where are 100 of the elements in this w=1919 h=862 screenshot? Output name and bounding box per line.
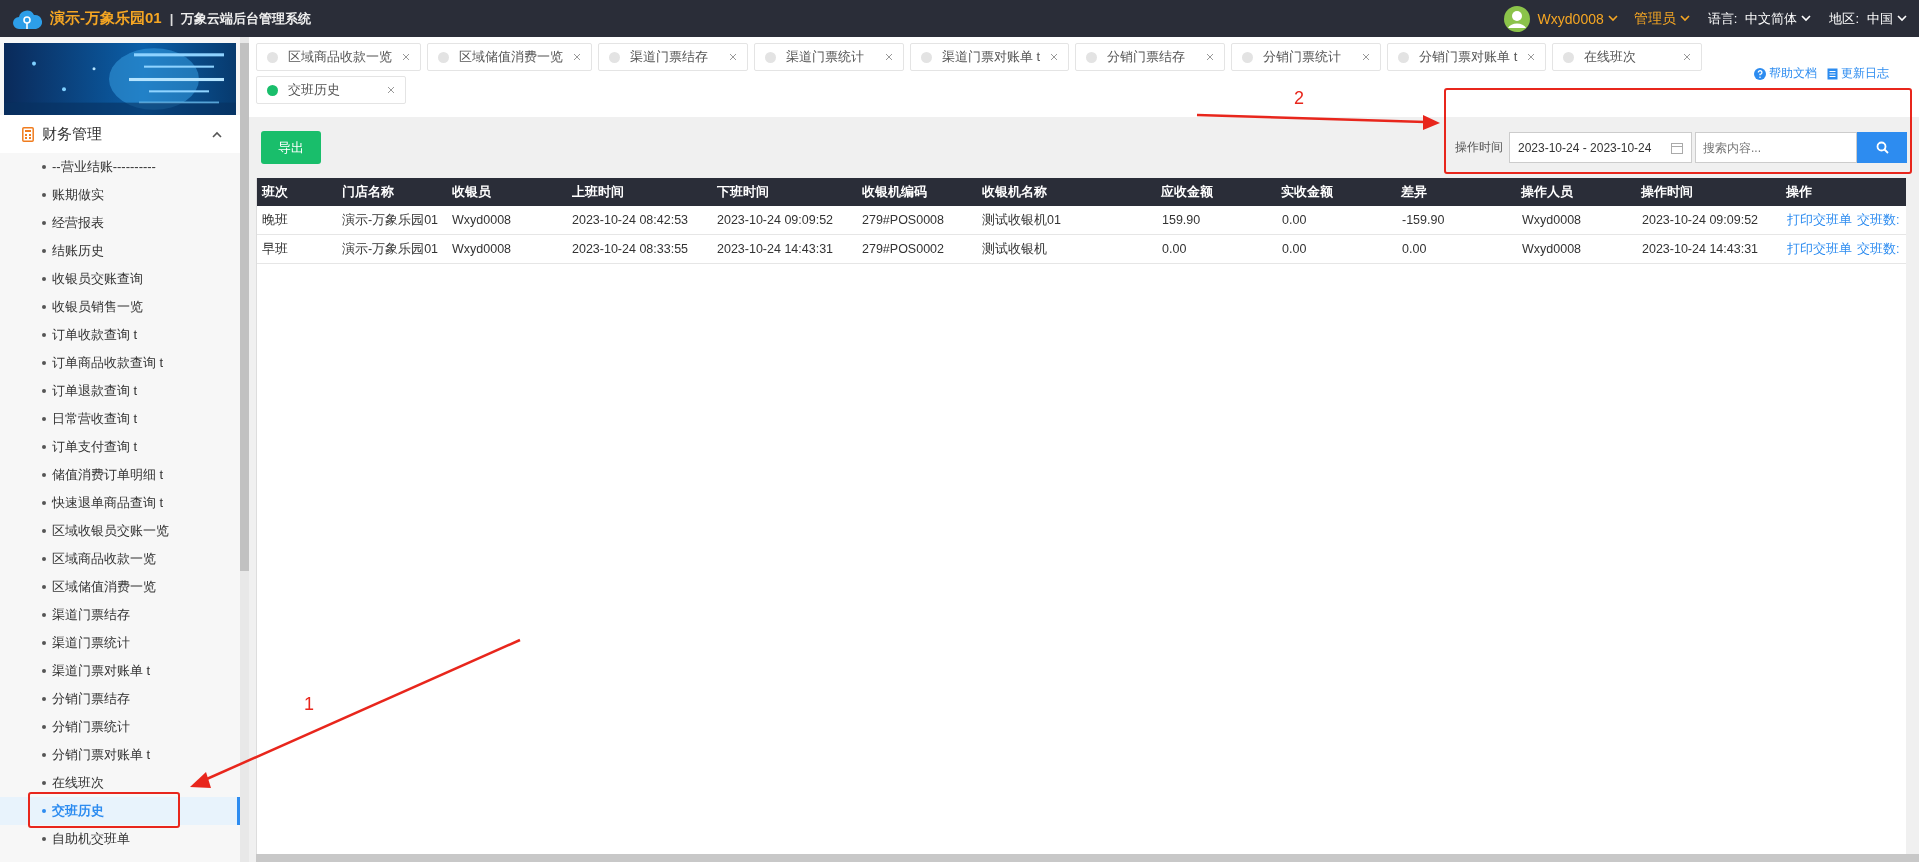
table-cell-text: 279#POS0002 (861, 242, 945, 256)
sidebar-item[interactable]: 分销门票对账单 t (0, 741, 157, 769)
menu-group-header[interactable]: 财务管理 (0, 115, 240, 153)
language-menu[interactable]: 中文简体 (1745, 9, 1812, 28)
table-cell-text: 晚班 (261, 211, 289, 229)
search-icon (1875, 141, 1889, 154)
table-cell-text: Wxyd0008 (451, 242, 513, 256)
role-menu[interactable]: 管理员 (1633, 9, 1690, 28)
horizontal-scrollbar[interactable] (256, 854, 1919, 862)
table-cell-text: 测试收银机01 (981, 211, 1062, 229)
table-cell-text: 早班 (261, 240, 289, 258)
column-header: 操作 (1785, 183, 1814, 201)
sidebar-item[interactable]: --营业结账---------- (0, 153, 162, 181)
help-link[interactable]: 更新日志 (1827, 65, 1889, 82)
chevron-down-icon (1607, 15, 1618, 22)
close-icon[interactable] (1050, 53, 1059, 61)
title-separator: | (169, 11, 174, 26)
sidebar-item[interactable]: 日常营收查询 t (0, 405, 144, 433)
column-header: 应收金额 (1160, 183, 1215, 201)
column-header: 差异 (1400, 183, 1429, 201)
page-tab[interactable]: 区域商品收款一览 (256, 43, 421, 71)
avatar-icon (1503, 5, 1530, 32)
sidebar-item[interactable]: 区域商品收款一览 (0, 545, 162, 573)
close-icon[interactable] (1683, 53, 1692, 61)
close-icon[interactable] (885, 53, 893, 61)
brand-name: 演示-万象乐园01 (50, 9, 162, 28)
table-cell-text: 2023-10-24 08:42:53 (571, 213, 690, 227)
sidebar-item[interactable]: 订单支付查询 t (0, 433, 144, 461)
chevron-down-icon (1801, 15, 1812, 22)
filter-label: 操作时间 (1455, 139, 1503, 156)
close-icon[interactable] (729, 53, 737, 61)
column-header: 操作时间 (1640, 183, 1695, 201)
close-icon[interactable] (1206, 53, 1215, 61)
table-cell-text: 2023-10-24 09:09:52 (1641, 213, 1760, 227)
page-tab[interactable]: 在线班次 (1552, 43, 1703, 71)
sidebar-item[interactable]: 储值消费订单明细 t (0, 461, 170, 489)
sidebar-item[interactable]: 订单收款查询 t (0, 321, 144, 349)
page-tab[interactable]: 渠道门票对账单 t (910, 43, 1070, 71)
column-header: 上班时间 (570, 183, 625, 201)
annotation-number: 1 (304, 694, 314, 715)
column-header: 下班时间 (715, 183, 770, 201)
search-button[interactable] (1857, 132, 1907, 163)
close-icon[interactable] (1362, 53, 1371, 61)
sidebar-item[interactable]: 收银员销售一览 (0, 293, 149, 321)
page-tab[interactable]: 分销门票统计 (1231, 43, 1382, 71)
page-tab[interactable]: 渠道门票结存 (598, 43, 748, 71)
table-cell-text: 2023-10-24 08:33:55 (571, 242, 690, 256)
sidebar-item[interactable]: 区域储值消费一览 (0, 573, 162, 601)
language-label: 语言: (1707, 9, 1738, 28)
sidebar-item[interactable]: 快速退单商品查询 t (0, 489, 170, 517)
close-icon[interactable] (387, 86, 395, 94)
table-cell-text: 159.90 (1161, 213, 1202, 227)
sidebar-item[interactable]: 经营报表 (0, 209, 110, 237)
help-link[interactable]: 帮助文档 (1754, 65, 1817, 82)
sidebar-item[interactable]: 自助机交班单 (0, 825, 136, 853)
question-icon (1754, 67, 1766, 80)
region-menu[interactable]: 中国 (1867, 9, 1907, 28)
scrollbar-thumb[interactable] (240, 43, 249, 571)
action-link[interactable]: 打印交班单 (1787, 240, 1852, 258)
close-icon[interactable] (402, 53, 410, 61)
table-cell-text: 0.00 (1161, 242, 1188, 256)
chevron-down-icon (1679, 15, 1690, 22)
page-tab[interactable]: 交班历史 (256, 76, 406, 104)
region-label: 地区: (1829, 9, 1859, 28)
table-cell-text: Wxyd0008 (1521, 213, 1583, 227)
page-tab[interactable]: 分销门票结存 (1075, 43, 1226, 71)
user-menu[interactable]: Wxyd0008 (1537, 10, 1618, 27)
column-header: 实收金额 (1280, 183, 1335, 201)
sidebar-item[interactable]: 渠道门票结存 (0, 601, 136, 629)
close-icon[interactable] (573, 53, 581, 61)
sidebar-item[interactable]: 收银员交账查询 (0, 265, 149, 293)
page-tab[interactable]: 渠道门票统计 (754, 43, 904, 71)
sidebar-item[interactable]: 分销门票结存 (0, 685, 136, 713)
table-cell-text: Wxyd0008 (451, 213, 513, 227)
search-field[interactable]: 搜索内容... (1695, 132, 1857, 163)
calendar-icon (1671, 141, 1683, 154)
action-link[interactable]: 交班数: (1857, 240, 1900, 258)
sidebar-item[interactable]: 订单商品收款查询 t (0, 349, 170, 377)
close-icon[interactable] (1527, 53, 1536, 61)
sidebar-item[interactable]: 区域收银员交账一览 (0, 517, 175, 545)
column-header: 门店名称 (340, 183, 395, 201)
calculator-icon (22, 126, 34, 142)
sidebar-item[interactable]: 渠道门票对账单 t (0, 657, 157, 685)
table-cell-text: 279#POS0008 (861, 213, 945, 227)
chevron-up-icon (212, 130, 222, 138)
column-header: 操作人员 (1520, 183, 1575, 201)
date-range-field[interactable]: 2023-10-24 - 2023-10-24 (1509, 132, 1692, 163)
column-header: 收银员 (450, 183, 492, 201)
page-tab[interactable]: 分销门票对账单 t (1387, 43, 1547, 71)
system-title: 万象云端后台管理系统 (181, 9, 312, 28)
sidebar-item[interactable]: 订单退款查询 t (0, 377, 144, 405)
table-cell-text: 2023-10-24 14:43:31 (1641, 242, 1760, 256)
sidebar-item[interactable]: 分销门票统计 (0, 713, 136, 741)
action-link[interactable]: 交班数: (1857, 211, 1900, 229)
action-link[interactable]: 打印交班单 (1787, 211, 1852, 229)
page-tab[interactable]: 区域储值消费一览 (427, 43, 592, 71)
sidebar-item[interactable]: 在线班次 (0, 769, 110, 797)
sidebar-item[interactable]: 渠道门票统计 (0, 629, 136, 657)
sidebar-item[interactable]: 结账历史 (0, 237, 110, 265)
sidebar-item[interactable]: 账期做实 (0, 181, 110, 209)
